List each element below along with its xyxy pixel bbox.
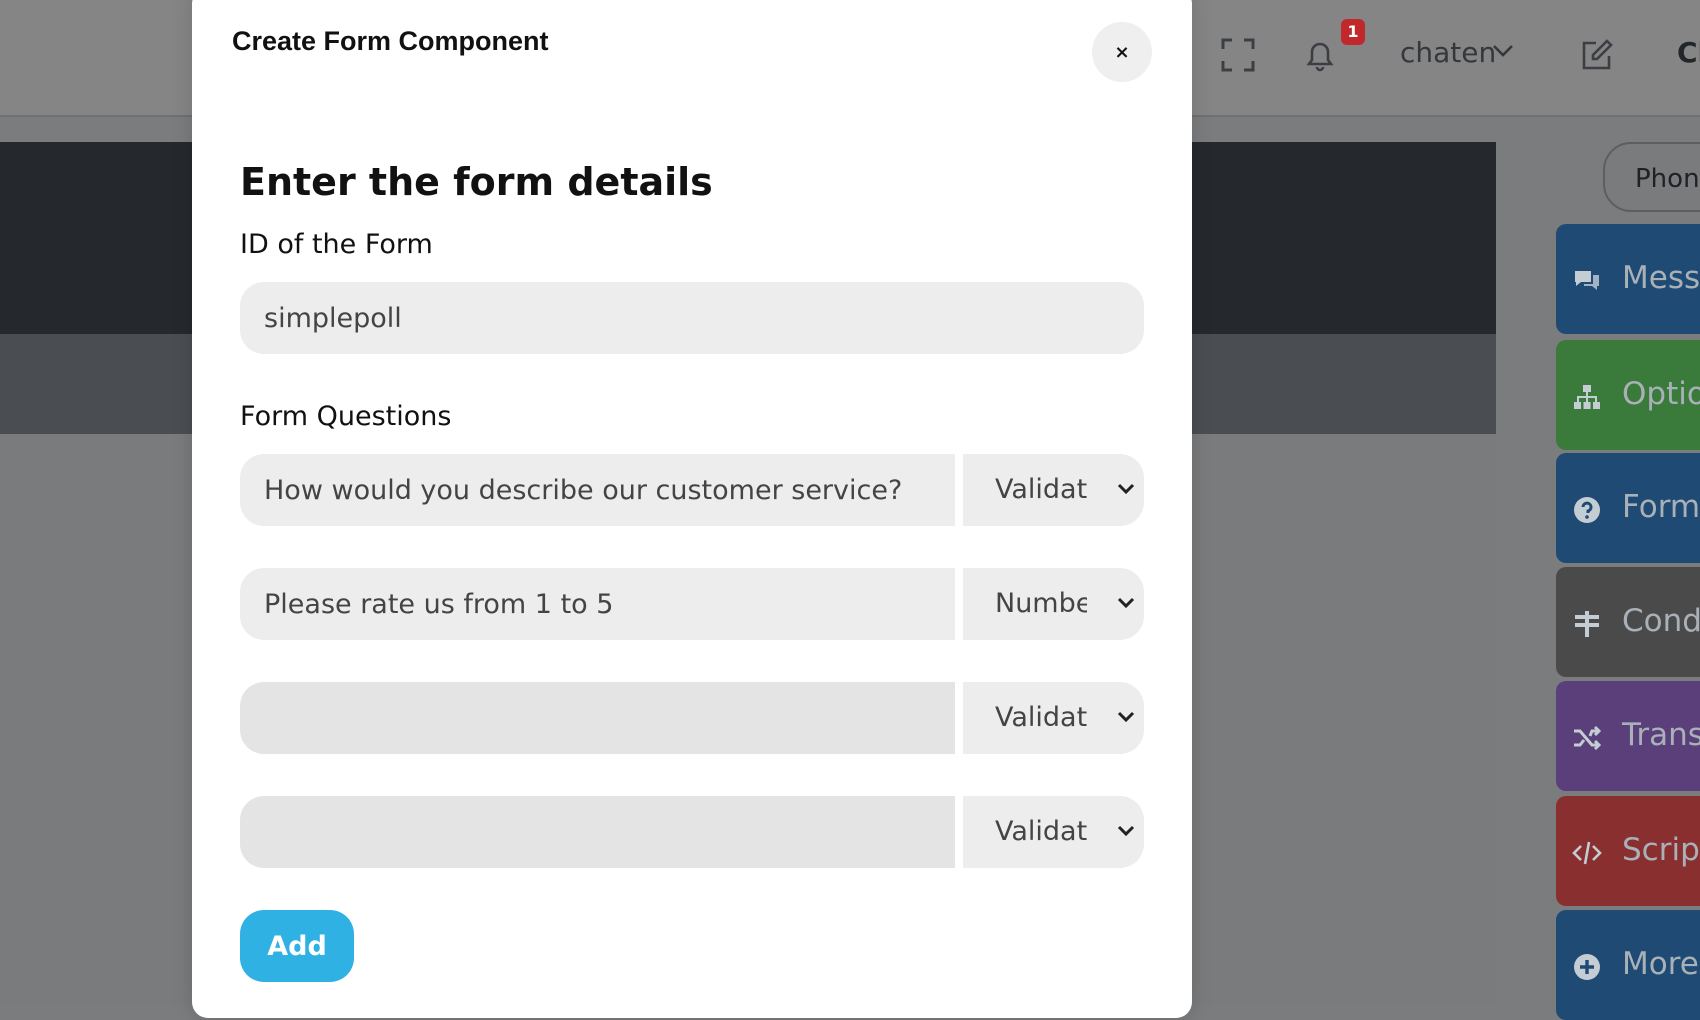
create-form-modal: Create Form Component × Enter the form d… <box>192 0 1192 1018</box>
toolbox-item-trans[interactable]: Trans <box>1556 681 1700 791</box>
toolbox-item-label: More <box>1622 946 1699 982</box>
question-type-value: Number <box>995 588 1087 619</box>
signpost-icon <box>1572 609 1602 639</box>
user-menu-name[interactable]: chaten <box>1400 36 1496 69</box>
device-preview-toggle[interactable]: Phon <box>1603 142 1700 212</box>
question-row: Validate <box>240 796 1144 868</box>
toolbox-item-label: Scrip <box>1622 832 1700 868</box>
toolbox-item-optio[interactable]: Optio <box>1556 340 1700 450</box>
toolbox-item-label: Messa <box>1622 260 1700 296</box>
shuffle-icon <box>1572 723 1602 753</box>
question-type-value: Validate <box>995 474 1087 505</box>
modal-title: Create Form Component <box>232 26 549 56</box>
question-row: Validate <box>240 682 1144 754</box>
question-input[interactable] <box>240 682 955 754</box>
toolbox-item-cond[interactable]: Cond <box>1556 567 1700 677</box>
toolbox-item-label: Trans <box>1622 717 1700 753</box>
question-type-value: Validate <box>995 702 1087 733</box>
notification-badge: 1 <box>1341 19 1365 45</box>
toolbox-item-scrip[interactable]: Scrip <box>1556 796 1700 906</box>
header-title-truncated: Cl <box>1677 36 1700 69</box>
toolbox-item-label: Optio <box>1622 376 1700 412</box>
chevron-down-icon <box>1117 483 1135 495</box>
question-row: Number <box>240 568 1144 640</box>
plus-circle-icon <box>1572 952 1602 982</box>
question-type-select[interactable]: Validate <box>963 682 1144 754</box>
question-input[interactable] <box>240 796 955 868</box>
edit-icon[interactable] <box>1580 38 1614 72</box>
question-circle-icon <box>1572 495 1602 525</box>
chevron-down-icon <box>1117 711 1135 723</box>
toolbox-item-label: Form <box>1622 489 1700 525</box>
fullscreen-icon[interactable] <box>1221 38 1255 72</box>
question-type-value: Validate <box>995 816 1087 847</box>
question-input[interactable] <box>240 568 955 640</box>
chevron-down-icon <box>1117 597 1135 609</box>
comments-icon <box>1572 266 1602 296</box>
form-questions-label: Form Questions <box>240 401 452 432</box>
question-input[interactable] <box>240 454 955 526</box>
toolbox-item-more[interactable]: More <box>1556 910 1700 1020</box>
question-row: Validate <box>240 454 1144 526</box>
question-type-select[interactable]: Number <box>963 568 1144 640</box>
add-question-button[interactable]: Add <box>240 910 354 982</box>
chevron-down-icon <box>1117 825 1135 837</box>
form-id-label: ID of the Form <box>240 229 433 260</box>
bell-icon[interactable] <box>1303 38 1337 72</box>
code-icon <box>1572 838 1602 868</box>
form-heading: Enter the form details <box>240 160 713 204</box>
toolbox-item-form[interactable]: Form <box>1556 453 1700 563</box>
form-id-input[interactable] <box>240 282 1144 354</box>
toolbox-item-label: Cond <box>1622 603 1700 639</box>
question-type-select[interactable]: Validate <box>963 454 1144 526</box>
toolbox-item-messa[interactable]: Messa <box>1556 224 1700 334</box>
chevron-down-icon[interactable] <box>1492 44 1514 58</box>
close-button[interactable]: × <box>1092 22 1152 82</box>
sitemap-icon <box>1572 382 1602 412</box>
question-type-select[interactable]: Validate <box>963 796 1144 868</box>
